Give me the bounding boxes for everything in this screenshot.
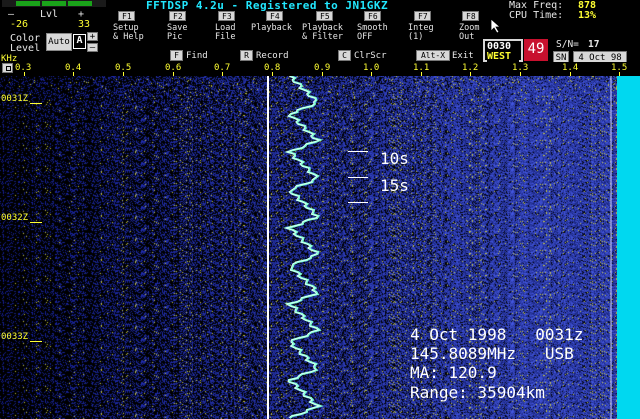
exit-label[interactable]: Exit: [452, 51, 474, 61]
tick-label: 0.4: [65, 63, 82, 73]
time-tick: [30, 341, 42, 342]
exit-key[interactable]: Alt-X: [416, 50, 450, 61]
level-min: -26: [10, 19, 29, 30]
level-label: Lvl: [40, 9, 59, 20]
mouse-pointer-icon: [490, 18, 502, 34]
cpu-time-label: CPU Time:: [509, 10, 564, 21]
find-key[interactable]: F: [170, 50, 183, 61]
cpu-time-value: 13%: [578, 10, 597, 21]
direction-value: WEST: [487, 52, 519, 62]
tick-label: 1.3: [512, 63, 529, 73]
f7-key[interactable]: F7: [414, 11, 431, 21]
f8-key[interactable]: F8: [462, 11, 479, 21]
marker-10s: 10s: [380, 149, 409, 168]
time-label: 0033Z: [1, 332, 29, 342]
f4-key[interactable]: F4: [266, 11, 283, 21]
tick-label: 1.2: [462, 63, 479, 73]
tick-label: 0.8: [264, 63, 281, 73]
marker-dash: [348, 177, 368, 178]
find-label[interactable]: Find: [186, 51, 208, 61]
scale-mode-button[interactable]: [2, 63, 13, 73]
time-label: 0031Z: [1, 94, 29, 104]
frequency-scale: KHz 0.3 0.4 0.5 0.6 0.7 0.8 0.9 1.0 1.1 …: [0, 54, 640, 76]
info-date: 4 Oct 1998 0031z: [410, 325, 584, 344]
time-tick: [30, 103, 42, 104]
f6-label[interactable]: Smooth OFF: [357, 24, 388, 42]
f1-key[interactable]: F1: [118, 11, 135, 21]
signal-trace: [267, 76, 640, 419]
marker-dash: [348, 202, 368, 203]
f2-key[interactable]: F2: [169, 11, 186, 21]
color-a-button[interactable]: A: [73, 34, 86, 49]
info-ma: MA: 120.9: [410, 363, 497, 382]
tick-label: 0.6: [165, 63, 182, 73]
time-tick: [30, 222, 42, 223]
color-minus-button[interactable]: —: [87, 43, 98, 53]
color-plus-button[interactable]: +: [87, 32, 98, 42]
marker-15s: 15s: [380, 176, 409, 195]
info-frequency: 145.8089MHz USB: [410, 344, 574, 363]
tick-label: 0.7: [214, 63, 231, 73]
tick-label: 1.5: [611, 63, 628, 73]
auto-button[interactable]: Auto: [46, 33, 72, 51]
tick-label: 0.5: [115, 63, 132, 73]
info-range: Range: 35904km: [410, 383, 545, 402]
counter-display: 49: [524, 39, 548, 61]
tick-label: 0.9: [314, 63, 331, 73]
f4-label[interactable]: Playback: [251, 24, 292, 33]
sn-label: S/N=: [556, 39, 579, 50]
f6-key[interactable]: F6: [364, 11, 381, 21]
clrscr-label[interactable]: ClrScr: [354, 51, 387, 61]
tick-label: 0.3: [15, 63, 32, 73]
f8-label[interactable]: Zoom Out: [459, 24, 479, 42]
marker-dash: [348, 151, 368, 152]
tick-label: 1.1: [413, 63, 430, 73]
f3-label[interactable]: Load File: [215, 24, 235, 42]
color-level-label: Color Level: [10, 33, 41, 54]
time-display: 0030 WEST: [483, 39, 523, 62]
tick-label: 1.4: [562, 63, 579, 73]
sn-value: 17: [588, 39, 600, 50]
f5-key[interactable]: F5: [316, 11, 333, 21]
f7-label[interactable]: Integ (1): [408, 24, 434, 42]
clrscr-key[interactable]: C: [338, 50, 351, 61]
level-meter: [2, 0, 106, 7]
waterfall-display[interactable]: 0031Z 0032Z 0033Z 10s 15s 4 Oct 1998 003…: [0, 76, 640, 419]
f3-key[interactable]: F3: [218, 11, 235, 21]
f2-label[interactable]: Save Pic: [167, 24, 187, 42]
record-label[interactable]: Record: [256, 51, 289, 61]
level-max: 33: [78, 19, 91, 30]
spectrum-edge: [617, 76, 640, 419]
f5-label[interactable]: Playback & Filter: [302, 24, 343, 42]
f1-label[interactable]: Setup & Help: [113, 24, 144, 42]
time-label: 0032Z: [1, 213, 29, 223]
record-key[interactable]: R: [240, 50, 253, 61]
tick-label: 1.0: [363, 63, 380, 73]
